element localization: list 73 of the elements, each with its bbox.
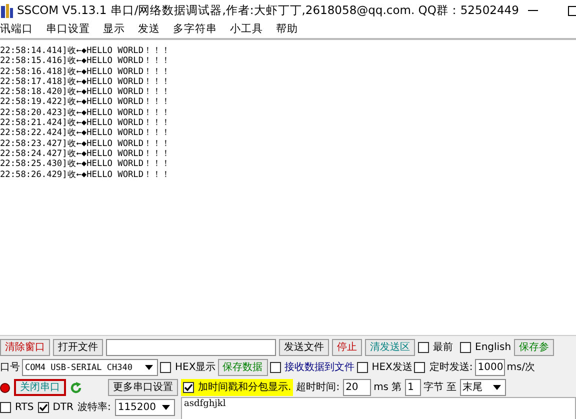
minimize-icon[interactable] bbox=[528, 10, 538, 12]
checkbox[interactable] bbox=[418, 342, 429, 353]
label: 超时时间: bbox=[296, 380, 340, 395]
menu-item[interactable]: 串口设置 bbox=[46, 22, 90, 38]
send-file-button[interactable]: 发送文件 bbox=[279, 339, 329, 356]
log-line: 22:58:22.424]收←◆HELLO WORLD！！！ bbox=[0, 128, 172, 139]
more-settings-button[interactable]: 更多串口设置 bbox=[108, 379, 178, 396]
checkbox[interactable] bbox=[38, 402, 49, 413]
label: ms bbox=[374, 381, 389, 395]
close-port-button[interactable]: 关闭串口 bbox=[14, 379, 66, 396]
menu-item[interactable]: 帮助 bbox=[276, 22, 298, 38]
file-path-field[interactable] bbox=[106, 339, 276, 356]
checkbox[interactable] bbox=[460, 342, 471, 353]
save-params-button[interactable]: 保存参 bbox=[514, 339, 554, 356]
port-dropdown[interactable]: COM4 USB-SERIAL CH340 bbox=[22, 359, 158, 376]
checkbox-label: 定时发送: bbox=[429, 360, 473, 375]
checkbox[interactable] bbox=[414, 362, 426, 373]
log-line: 22:58:18.420]收←◆HELLO WORLD！！！ bbox=[0, 87, 172, 98]
dropdown-arrow-icon bbox=[145, 365, 153, 370]
dropdown-arrow-icon bbox=[162, 405, 170, 410]
checkbox-label: RTS bbox=[15, 401, 34, 415]
check-icon bbox=[184, 383, 193, 392]
checkbox-label: 接收数据到文件 bbox=[284, 360, 355, 375]
menu-item[interactable]: 发送 bbox=[138, 22, 160, 38]
timeout-field[interactable]: 20 bbox=[342, 379, 371, 396]
checkbox[interactable] bbox=[270, 362, 281, 373]
refresh-icon[interactable] bbox=[70, 381, 82, 394]
label: 至 bbox=[446, 381, 457, 395]
checkbox-label: English bbox=[475, 341, 512, 355]
log-line: 22:58:16.418]收←◆HELLO WORLD！！！ bbox=[0, 66, 172, 77]
log-line: 22:58:14.414]收←◆HELLO WORLD！！！ bbox=[0, 46, 172, 56]
baud-dropdown[interactable]: 115200 bbox=[114, 399, 175, 416]
checkbox-label: HEX发送 bbox=[372, 361, 412, 375]
maximize-icon[interactable] bbox=[568, 6, 576, 16]
log-line: 22:58:21.424]收←◆HELLO WORLD！！！ bbox=[0, 118, 172, 128]
menu-item[interactable]: 多字符串 bbox=[173, 22, 217, 38]
app-icon bbox=[1, 4, 13, 18]
log-line: 22:58:19.422]收←◆HELLO WORLD！！！ bbox=[0, 97, 172, 108]
checkbox-label: 最前 bbox=[433, 341, 453, 355]
log-line: 22:58:15.416]收←◆HELLO WORLD！！！ bbox=[0, 56, 172, 67]
label: 第 bbox=[392, 381, 402, 395]
label: 口号 bbox=[0, 361, 20, 375]
log-line: 22:58:24.427]收←◆HELLO WORLD！！！ bbox=[0, 148, 172, 159]
stop-button[interactable]: 停止 bbox=[332, 339, 362, 356]
interval-field[interactable]: 1000 bbox=[474, 359, 505, 376]
checkbox[interactable] bbox=[183, 382, 194, 393]
menu-item[interactable]: 小工具 bbox=[230, 22, 263, 38]
label: 波特率: bbox=[77, 400, 111, 415]
send-text-area[interactable]: asdfghjkl bbox=[181, 397, 576, 419]
open-file-button[interactable]: 打开文件 bbox=[53, 339, 103, 356]
byte-from-field[interactable]: 1 bbox=[404, 379, 421, 396]
check-icon bbox=[38, 403, 48, 412]
dropdown-arrow-icon bbox=[492, 385, 501, 390]
log-line: 22:58:17.418]收←◆HELLO WORLD！！！ bbox=[0, 76, 172, 87]
log-line: 22:58:26.429]收←◆HELLO WORLD！！！ bbox=[0, 170, 172, 180]
checkbox-label: 加时间戳和分包显示. bbox=[198, 380, 292, 395]
menu-item[interactable]: 显示 bbox=[103, 22, 125, 38]
clear-window-button[interactable]: 清除窗口 bbox=[0, 339, 50, 356]
label: ms/次 bbox=[506, 361, 536, 375]
checkbox-label: HEX显示 bbox=[175, 361, 216, 375]
save-data-button[interactable]: 保存数据 bbox=[218, 359, 268, 376]
window-title: SSCOM V5.13.1 串口/网络数据调试器,作者:大虾丁丁,2618058@qq.com. QQ群：52502449 bbox=[17, 2, 519, 20]
byte-to-dropdown[interactable]: 末尾 bbox=[460, 379, 506, 396]
menu-item[interactable]: 讯端口 bbox=[0, 22, 33, 38]
log-line: 22:58:20.423]收←◆HELLO WORLD！！！ bbox=[0, 108, 172, 118]
clear-send-button[interactable]: 清发送区 bbox=[365, 339, 415, 356]
log-line: 22:58:23.427]收←◆HELLO WORLD！！！ bbox=[0, 138, 172, 149]
checkbox[interactable] bbox=[356, 362, 368, 373]
label: 字节 bbox=[424, 380, 444, 395]
checkbox[interactable] bbox=[160, 362, 171, 373]
log-line: 22:58:25.430]收←◆HELLO WORLD！！！ bbox=[0, 159, 172, 170]
checkbox[interactable] bbox=[0, 402, 11, 413]
checkbox-label: DTR bbox=[52, 401, 74, 415]
